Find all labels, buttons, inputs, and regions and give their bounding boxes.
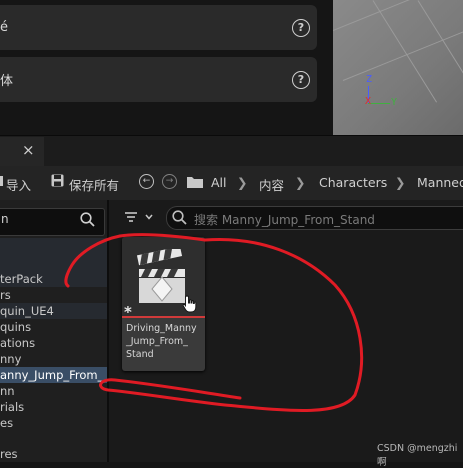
tree-item[interactable]: rs	[0, 287, 107, 303]
details-row-1-label: é	[0, 20, 8, 35]
import-button[interactable]: 导入	[6, 175, 31, 194]
breadcrumb-chevron-icon: ❯	[395, 175, 406, 190]
tree-item[interactable]: rials	[0, 399, 107, 415]
tree-item[interactable]: ations	[0, 335, 107, 351]
watermark-text: CSDN @mengzhi啊	[377, 443, 458, 468]
tree-item[interactable]: nny	[0, 351, 107, 367]
forward-arrow-icon[interactable]: →	[162, 174, 177, 189]
details-row-1[interactable]	[0, 5, 317, 50]
breadcrumb-item[interactable]: Manneq	[417, 175, 463, 190]
close-icon[interactable]: ×	[22, 141, 35, 159]
level-viewport[interactable]: Z X Y	[333, 0, 463, 135]
save-all-button[interactable]: 保存所有	[69, 175, 119, 194]
breadcrumb-item[interactable]: Characters	[319, 175, 387, 190]
tree-item[interactable]: quins	[0, 319, 107, 335]
breadcrumb-chevron-icon: ❯	[295, 175, 306, 190]
hand-cursor-icon	[182, 295, 198, 316]
breadcrumb-item[interactable]: 内容	[259, 175, 284, 194]
tree-item[interactable]: es	[0, 415, 107, 431]
floor-grid-line	[417, 0, 463, 103]
y-axis-line	[368, 103, 390, 104]
asset-type-color-bar	[122, 316, 205, 318]
folder-icon[interactable]	[187, 175, 203, 191]
help-icon[interactable]: ?	[292, 71, 310, 89]
tree-item-selected[interactable]: anny_Jump_From_	[0, 367, 107, 383]
tree-item[interactable]: quin_UE4	[0, 303, 107, 319]
details-row-2-label: 体	[0, 74, 14, 89]
save-icon	[51, 174, 64, 190]
filter-dropdown-button[interactable]	[124, 210, 154, 228]
tree-search-text: n	[1, 212, 9, 226]
breadcrumb-item[interactable]: All	[211, 175, 227, 190]
tree-item[interactable]: nn	[0, 383, 107, 399]
breadcrumb-chevron-icon: ❯	[237, 175, 248, 190]
back-arrow-icon[interactable]: ←	[139, 174, 154, 189]
floor-grid-line	[333, 0, 463, 31]
search-icon	[172, 210, 187, 228]
details-row-2[interactable]	[0, 57, 317, 102]
tree-item[interactable]: terPack	[0, 271, 107, 287]
tree-item[interactable]: res	[0, 446, 107, 462]
axis-z-label: Z	[366, 74, 373, 85]
asterisk-modified-icon: *	[124, 303, 132, 321]
tab-strip	[0, 135, 463, 167]
axis-x-label: X	[365, 96, 372, 107]
help-icon[interactable]: ?	[292, 19, 310, 37]
asset-search-placeholder: 搜索 Manny_Jump_From_Stand	[194, 213, 375, 227]
import-icon	[0, 174, 4, 188]
axis-y-label: Y	[391, 97, 398, 108]
search-icon[interactable]	[80, 212, 95, 230]
asset-name-label: Driving_Manny _Jump_From_ Stand	[126, 323, 197, 360]
tree-header-band	[0, 238, 107, 272]
